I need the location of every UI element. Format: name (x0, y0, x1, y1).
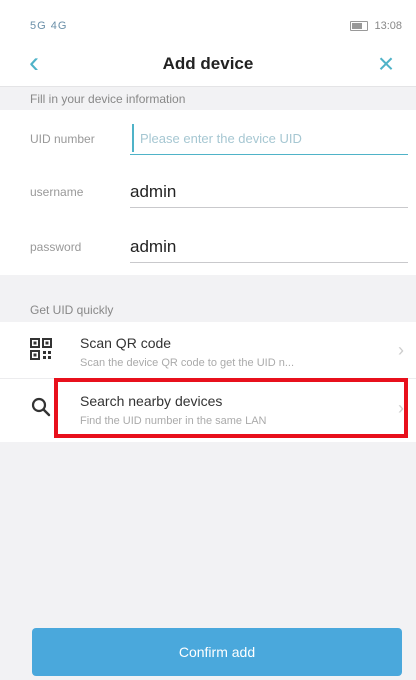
search-nearby-item[interactable]: Search nearby devices Find the UID numbe… (0, 380, 416, 438)
status-right: 13:08 (350, 20, 402, 32)
username-row: username admin (0, 173, 416, 213)
chevron-right-icon: › (398, 398, 404, 418)
form-section-label: Fill in your device information (30, 92, 186, 106)
uid-row: UID number (0, 120, 416, 160)
list-divider (0, 378, 416, 379)
status-bar: 5G 4G 13:08 (0, 0, 416, 46)
password-row: password admin (0, 228, 416, 268)
username-label: username (30, 185, 84, 199)
page-title: Add device (162, 54, 254, 73)
search-nearby-title: Search nearby devices (80, 393, 223, 409)
close-icon[interactable]: × (372, 50, 400, 78)
uid-input[interactable] (132, 124, 406, 152)
password-label: password (30, 240, 82, 254)
password-input[interactable]: admin (130, 232, 408, 263)
quick-uid-options: Scan QR code Scan the device QR code to … (0, 322, 416, 442)
scan-qr-title: Scan QR code (80, 335, 172, 351)
scan-qr-item[interactable]: Scan QR code Scan the device QR code to … (0, 322, 416, 380)
username-input[interactable]: admin (130, 177, 408, 208)
clock: 13:08 (374, 20, 402, 32)
chevron-right-icon: › (398, 340, 404, 360)
nav-bar: ‹ Add device × (0, 46, 416, 87)
uid-label: UID number (30, 132, 95, 146)
qr-code-icon (30, 338, 52, 360)
scan-qr-subtitle: Scan the device QR code to get the UID n… (80, 357, 295, 369)
quick-section-label: Get UID quickly (30, 303, 114, 317)
confirm-add-button[interactable]: Confirm add (32, 628, 402, 676)
signal-indicator: 5G 4G (30, 20, 68, 32)
battery-icon (350, 21, 369, 31)
device-info-form: UID number username admin password admin (0, 110, 416, 275)
search-icon (31, 397, 51, 417)
search-nearby-subtitle: Find the UID number in the same LAN (80, 415, 267, 427)
